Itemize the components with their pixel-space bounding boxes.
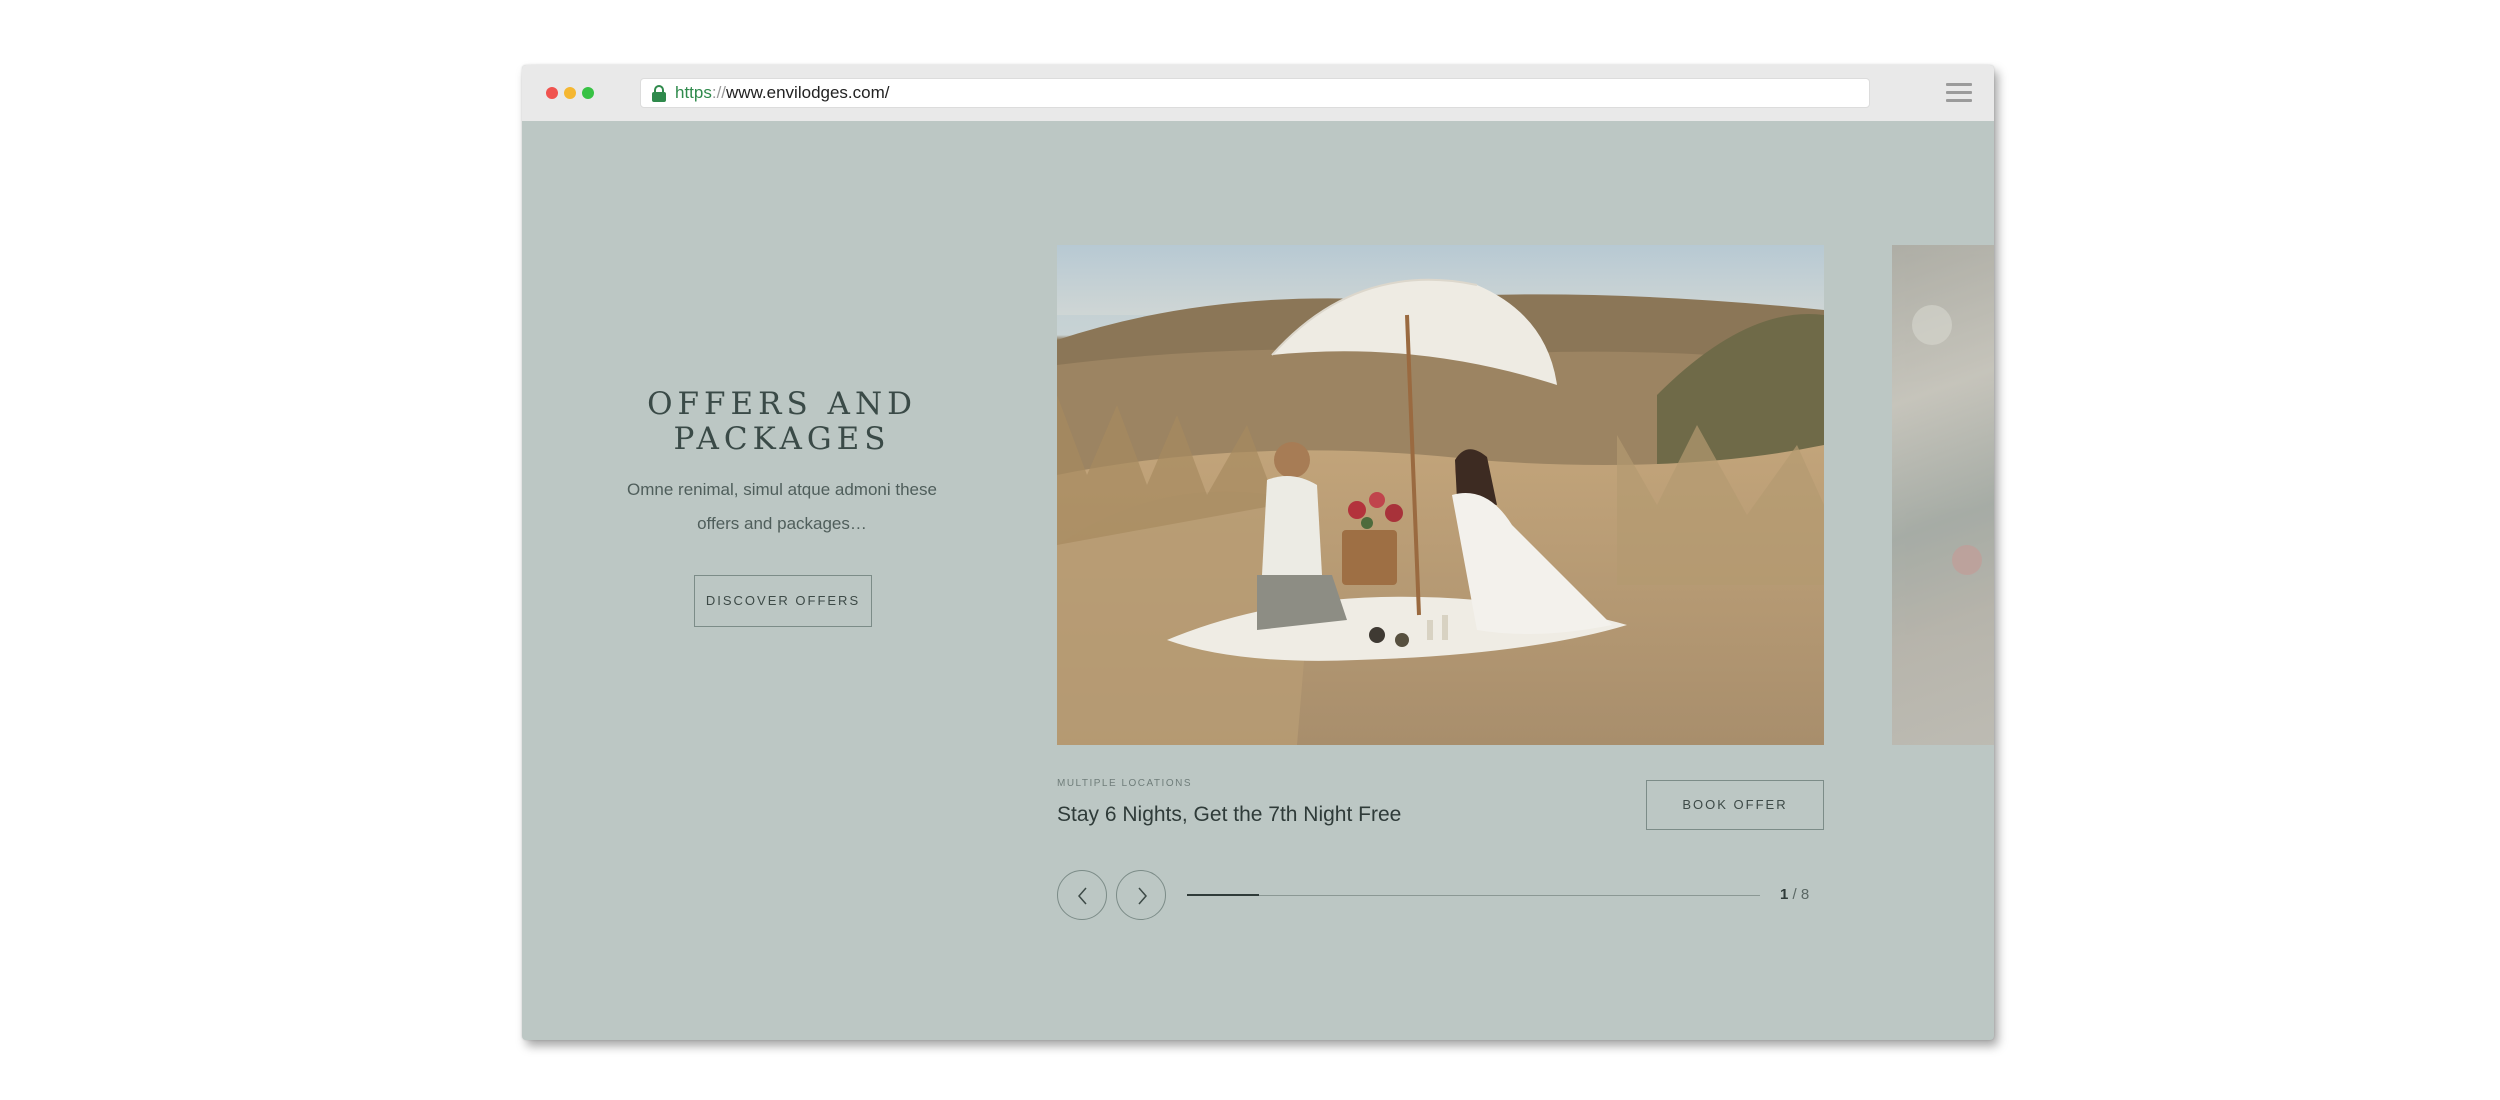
page-title-line-1: OFFERS AND: [647, 386, 917, 422]
previous-slide-button[interactable]: [1057, 870, 1107, 920]
next-slide-button[interactable]: [1116, 870, 1166, 920]
maximize-window-dot[interactable]: [582, 87, 594, 99]
chevron-right-icon: [1138, 887, 1147, 905]
hamburger-menu-icon[interactable]: [1946, 83, 1972, 103]
slider-progress-fill: [1187, 894, 1259, 896]
page-title-line-2: PACKAGES: [673, 421, 891, 457]
slider-progress-track[interactable]: [1187, 894, 1760, 896]
browser-toolbar: https://www.envilodges.com/: [522, 65, 1994, 121]
slide-counter: 1 / 8: [1780, 886, 1809, 903]
intro-text-line-1: Omne renimal, simul atque admoni these: [627, 480, 937, 499]
discover-offers-button[interactable]: DISCOVER OFFERS: [694, 575, 872, 627]
url-host: www.envilodges.com/: [726, 83, 890, 102]
minimize-window-dot[interactable]: [564, 87, 576, 99]
offer-title: Stay 6 Nights, Get the 7th Night Free: [1057, 803, 1402, 826]
url-scheme: https: [675, 83, 712, 102]
browser-window: https://www.envilodges.com/ OFFERS AND P…: [522, 65, 1994, 1040]
chevron-left-icon: [1078, 887, 1087, 905]
offer-location: MULTIPLE LOCATIONS: [1057, 778, 1192, 789]
slide-counter-separator: /: [1788, 886, 1801, 903]
close-window-dot[interactable]: [546, 87, 558, 99]
book-offer-button[interactable]: BOOK OFFER: [1646, 780, 1824, 830]
intro-text-line-2: offers and packages…: [697, 514, 867, 533]
url-separator: ://: [711, 83, 727, 102]
intro-text: Omne renimal, simul atque admoni these o…: [622, 473, 942, 541]
offer-photo[interactable]: [1057, 245, 1824, 745]
next-offer-preview[interactable]: [1892, 245, 1994, 745]
picnic-photo-illustration: [1057, 245, 1824, 745]
address-bar[interactable]: https://www.envilodges.com/: [640, 78, 1870, 108]
page-title: OFFERS AND PACKAGES: [612, 387, 952, 457]
slide-counter-total: 8: [1800, 886, 1810, 903]
lock-icon: [651, 84, 667, 102]
